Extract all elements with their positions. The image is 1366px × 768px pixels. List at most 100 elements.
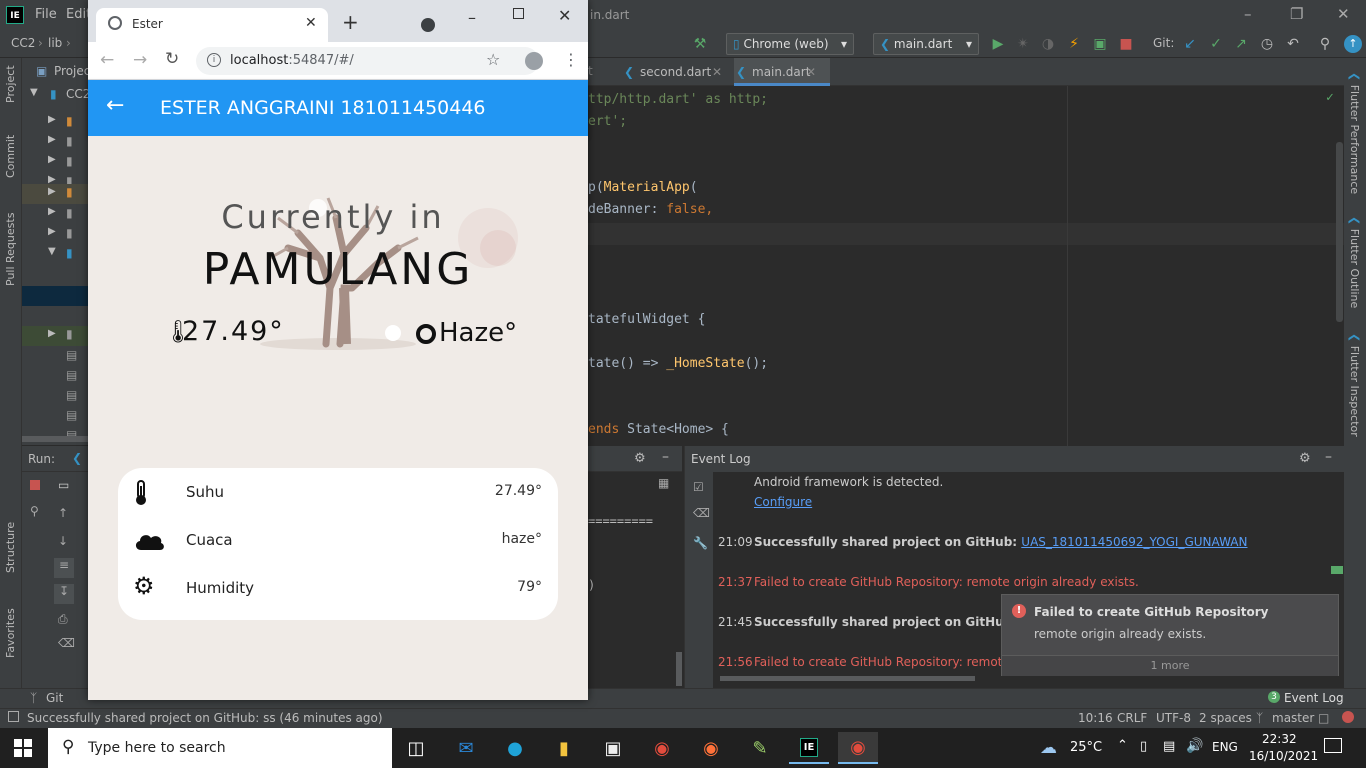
windows-start-icon[interactable] (14, 739, 32, 757)
code-line[interactable]: p(MaterialApp( (588, 180, 698, 195)
event-log-scrollbar[interactable] (720, 676, 975, 681)
store-icon[interactable]: ▣ (593, 732, 633, 764)
soft-wrap-icon[interactable]: ≡ (54, 558, 74, 578)
editor-scrollbar[interactable] (1336, 142, 1343, 322)
tree-row[interactable]: ▶ ▮ (22, 134, 88, 152)
code-line[interactable]: deBanner: false, (588, 202, 713, 217)
taskbar-time[interactable]: 22:32 (1262, 732, 1297, 746)
code-line[interactable]: ttp/http.dart' as http; (588, 92, 768, 107)
profile-icon[interactable]: ◑ (1040, 36, 1056, 52)
hide-panel-icon[interactable]: – (662, 449, 669, 465)
tree-row[interactable]: ▶ ▮ (22, 206, 88, 224)
github-repo-link[interactable]: UAS_181011450692_YOGI_GUNAWAN (1021, 535, 1247, 549)
status-message[interactable]: Successfully shared project on GitHub: s… (27, 711, 383, 725)
tree-row[interactable]: ▶ ▮ (22, 114, 88, 132)
editor-tab-partial[interactable]: t (588, 64, 593, 78)
breadcrumb-lib[interactable]: lib (48, 36, 62, 50)
history-icon[interactable]: ◷ (1259, 36, 1275, 52)
edge-icon[interactable]: ● (495, 732, 535, 764)
paint-icon[interactable]: ✎ (740, 732, 780, 764)
weather-row-humidity[interactable]: ⚙ Humidity 79° (118, 564, 558, 612)
run-config-selector[interactable]: ❮ main.dart ▾ (873, 33, 979, 55)
browser-close-icon[interactable]: ✕ (558, 6, 571, 25)
editor-tab-main[interactable]: ❮ main.dart ✕ (734, 58, 830, 86)
run-console[interactable]: ▦ ========= ) (588, 472, 684, 688)
tray-chevron-icon[interactable]: ⌃ (1117, 738, 1128, 753)
weather-row-suhu[interactable]: Suhu 27.49° (118, 468, 558, 516)
code-line[interactable]: tate() => _HomeState(); (588, 356, 768, 371)
inspection-ok-icon[interactable]: ✓ (1326, 90, 1334, 105)
menu-file[interactable]: File (35, 7, 57, 22)
tree-row-highlight[interactable]: ▶ ▮ (22, 184, 88, 204)
error-indicator-icon[interactable] (1342, 711, 1354, 723)
code-line[interactable]: ends State<Home> { (588, 422, 729, 437)
status-caret-position[interactable]: 10:16 (1078, 711, 1113, 725)
taskbar-search-box[interactable]: ⚲ Type here to search (48, 728, 392, 768)
git-update-icon[interactable]: ↙ (1182, 36, 1198, 52)
tool-tab-pull-requests[interactable]: Pull Requests (4, 213, 17, 286)
rollback-icon[interactable]: ↶ (1285, 36, 1301, 52)
hot-reload-icon[interactable]: ⚡ (1066, 36, 1082, 52)
tool-tab-project[interactable]: Project (4, 65, 17, 103)
settings-icon[interactable]: ⚙ (634, 451, 646, 466)
tool-tab-flutter-inspector[interactable]: ❮ Flutter Inspector (1348, 333, 1361, 437)
layout-icon[interactable]: ▦ (658, 476, 669, 490)
volume-icon[interactable]: 🔊 (1186, 738, 1203, 754)
trash-icon[interactable]: ⌫ (693, 506, 710, 520)
scroll-to-end-icon[interactable]: ↧ (54, 584, 74, 604)
browser-maximize-icon[interactable] (513, 8, 524, 19)
file-icon[interactable]: ▤ (66, 388, 77, 402)
mail-icon[interactable]: ✉ (446, 732, 486, 764)
trash-icon[interactable]: ⌫ (58, 636, 75, 650)
tool-tab-commit[interactable]: Commit (4, 135, 17, 178)
hot-restart-icon[interactable]: ▣ (1092, 36, 1108, 52)
flutter-icon[interactable]: ❮ (72, 451, 82, 465)
browser-tab[interactable]: Ester ✕ (96, 8, 328, 42)
tool-tab-flutter-performance[interactable]: ❮ Flutter Performance (1348, 72, 1361, 194)
ide-restore-icon[interactable]: ❐ (1290, 5, 1303, 23)
ide-close-icon[interactable]: ✕ (1337, 5, 1350, 23)
editor-tab-second[interactable]: ❮ second.dart ✕ (622, 58, 732, 86)
lock-icon[interactable]: □ (1318, 711, 1329, 725)
new-tab-icon[interactable]: + (342, 12, 359, 32)
code-line[interactable]: tatefulWidget { (588, 312, 705, 327)
weather-cloud-icon[interactable]: ☁ (1040, 738, 1057, 758)
back-icon[interactable]: ← (100, 50, 114, 70)
bookmark-star-icon[interactable]: ☆ (486, 50, 500, 69)
chrome-active-icon[interactable]: ◉ (838, 732, 878, 764)
status-encoding[interactable]: UTF-8 (1156, 711, 1191, 725)
battery-icon[interactable]: ▯ (1140, 739, 1147, 754)
wrench-icon[interactable]: 🔧 (693, 536, 708, 550)
project-panel-header[interactable]: Projec (54, 64, 90, 78)
file-icon[interactable]: ▤ (66, 348, 77, 362)
run-icon[interactable]: ▶ (990, 36, 1006, 52)
chrome-icon[interactable]: ◉ (642, 732, 682, 764)
tree-row-selected[interactable] (22, 286, 88, 306)
weather-row-cuaca[interactable]: Cuaca haze° (118, 516, 558, 564)
close-icon[interactable]: ✕ (712, 58, 722, 86)
info-icon[interactable]: i (207, 53, 221, 67)
arrow-down-icon[interactable]: ↓ (58, 534, 68, 548)
task-view-icon[interactable]: ◫ (396, 732, 436, 764)
mark-read-icon[interactable]: ☑ (693, 480, 704, 494)
update-icon[interactable]: ↑ (1344, 35, 1362, 53)
tool-tab-favorites[interactable]: Favorites (4, 608, 17, 658)
settings-icon[interactable]: ⚙ (1299, 451, 1311, 466)
chevron-down-icon[interactable]: ▼ (30, 87, 38, 98)
code-line[interactable]: ert'; (588, 114, 627, 129)
git-push-icon[interactable]: ↗ (1233, 36, 1249, 52)
hammer-icon[interactable]: ⚒ (692, 36, 708, 52)
print-icon[interactable]: ⎙ (58, 612, 68, 627)
forward-icon[interactable]: → (133, 50, 147, 70)
browser-menu-icon[interactable]: ⋮ (563, 50, 579, 69)
pin-icon[interactable]: ⚲ (30, 504, 39, 518)
browser-minimize-icon[interactable]: – (468, 8, 476, 27)
tab-search-icon[interactable] (421, 18, 435, 32)
file-icon[interactable]: ▤ (66, 408, 77, 422)
notification-center-icon[interactable] (1324, 738, 1342, 753)
stop-icon[interactable]: ■ (1118, 36, 1134, 52)
network-icon[interactable]: ▤ (1163, 739, 1175, 754)
breadcrumb-project[interactable]: CC2 (11, 36, 35, 50)
profile-avatar-icon[interactable] (525, 52, 543, 70)
firefox-icon[interactable]: ◉ (691, 732, 731, 764)
